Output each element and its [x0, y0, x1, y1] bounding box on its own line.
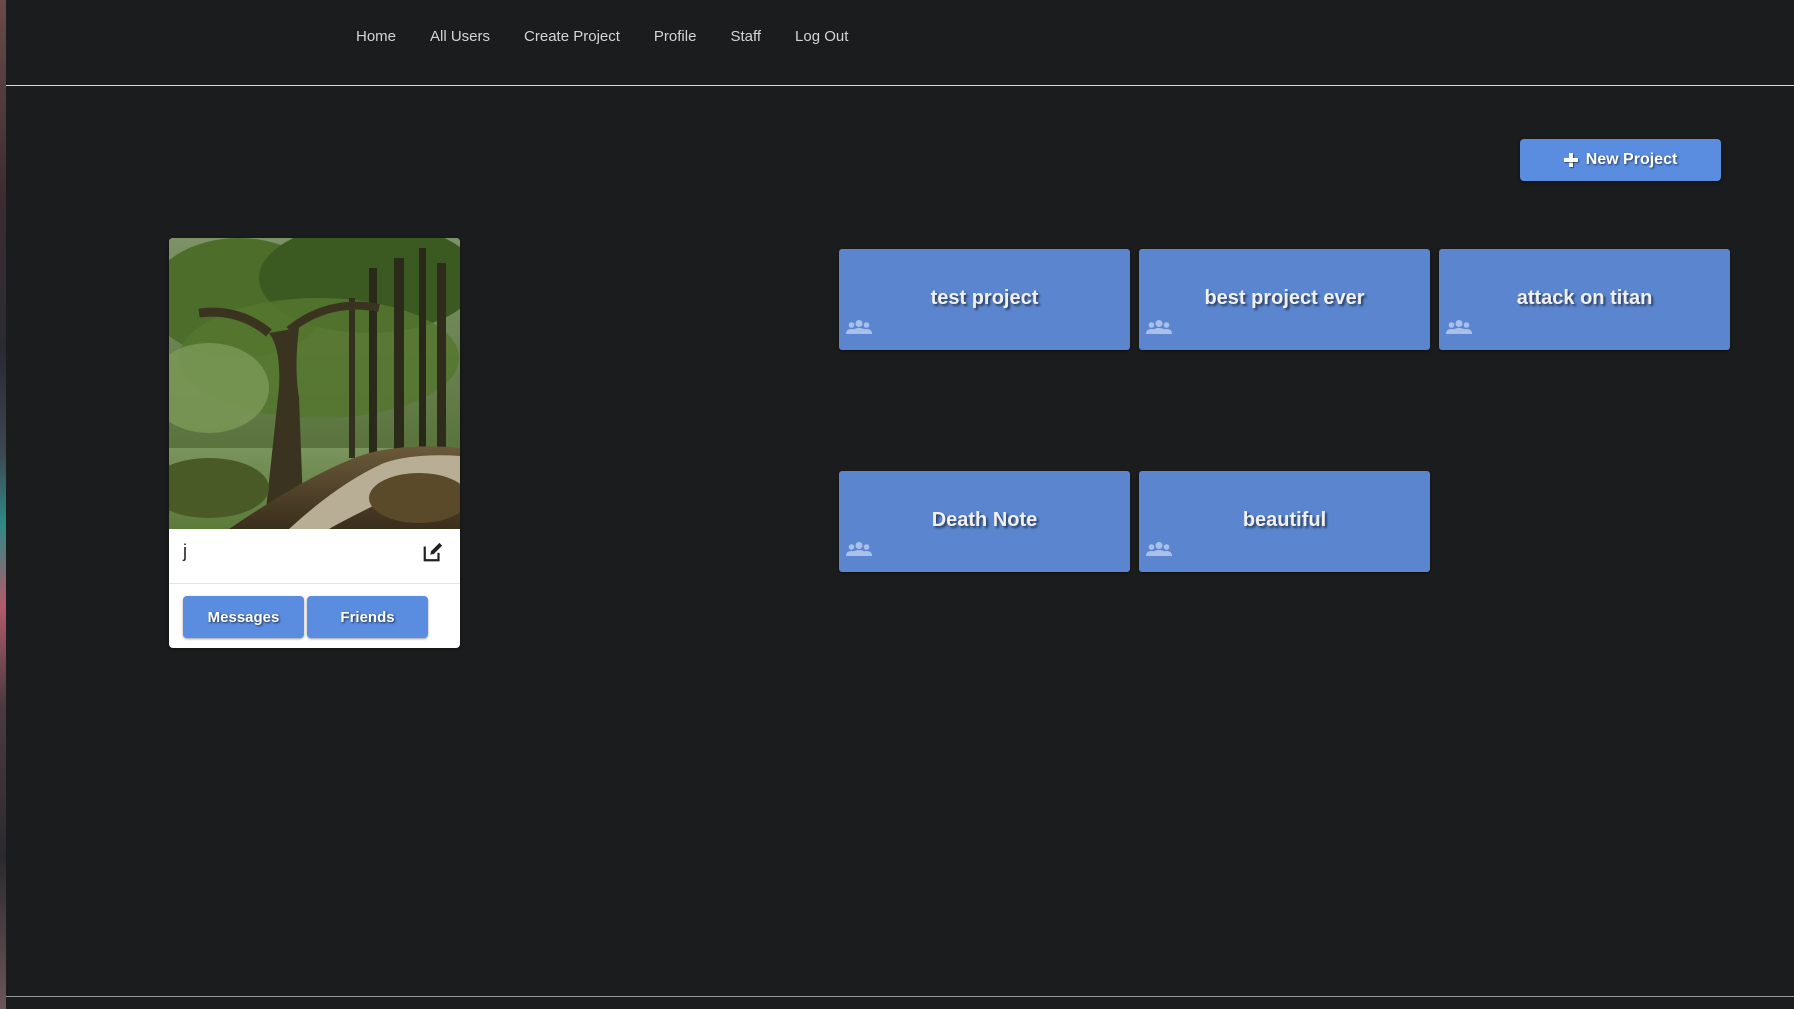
users-icon	[846, 542, 872, 556]
project-tile[interactable]: beautiful	[1139, 471, 1430, 572]
nav-link-profile[interactable]: Profile	[637, 24, 714, 49]
project-title: beautiful	[1242, 509, 1327, 531]
footer-divider	[6, 996, 1794, 997]
nav-links: Home All Users Create Project Profile St…	[356, 24, 865, 49]
nav-link-staff[interactable]: Staff	[713, 24, 778, 49]
users-icon	[1446, 320, 1472, 334]
profile-actions: Messages Friends	[183, 596, 428, 638]
project-title: Death Note	[931, 509, 1038, 531]
plus-icon	[1563, 153, 1578, 167]
project-title: test project	[930, 287, 1039, 309]
profile-photo	[169, 238, 460, 529]
profile-card: j Messages Friends	[169, 238, 460, 648]
nav-link-log-out[interactable]: Log Out	[778, 24, 865, 49]
nav-link-all-users[interactable]: All Users	[413, 24, 507, 49]
friends-button[interactable]: Friends	[307, 596, 428, 638]
desktop-edge-strip	[0, 0, 6, 1009]
profile-name-row: j	[169, 529, 460, 584]
users-icon	[846, 320, 872, 334]
new-project-label: New Project	[1585, 151, 1678, 168]
edit-icon[interactable]	[422, 541, 444, 563]
project-tile[interactable]: test project	[839, 249, 1130, 350]
nav-link-create-project[interactable]: Create Project	[507, 24, 637, 49]
users-icon	[1146, 320, 1172, 334]
users-icon	[1146, 542, 1172, 556]
top-navigation-bar: Home All Users Create Project Profile St…	[6, 0, 1794, 86]
nav-link-home[interactable]: Home	[356, 24, 413, 49]
project-tile[interactable]: best project ever	[1139, 249, 1430, 350]
messages-button[interactable]: Messages	[183, 596, 304, 638]
forest-path-photo	[169, 238, 460, 529]
project-tile[interactable]: attack on titan	[1439, 249, 1730, 350]
profile-name: j	[183, 541, 187, 561]
new-project-button[interactable]: New Project	[1520, 139, 1721, 181]
project-title: attack on titan	[1516, 287, 1653, 309]
project-title: best project ever	[1204, 287, 1365, 309]
project-tile[interactable]: Death Note	[839, 471, 1130, 572]
